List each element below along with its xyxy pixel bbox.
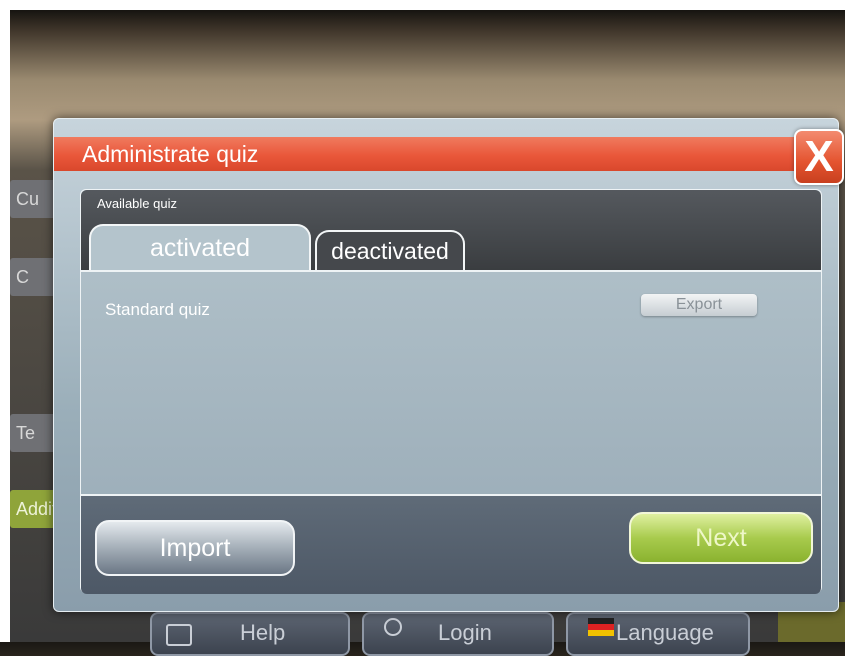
tab-deactivated[interactable]: deactivated bbox=[315, 230, 465, 270]
help-button[interactable]: Help bbox=[150, 612, 350, 656]
available-quiz-panel: Available quiz activated deactivated Sta… bbox=[80, 189, 822, 594]
quiz-name: Standard quiz bbox=[105, 300, 210, 319]
flag-icon bbox=[588, 618, 614, 636]
panel-footer: Import Next bbox=[81, 494, 821, 594]
monitor-bezel-left bbox=[0, 0, 10, 642]
section-label: Available quiz bbox=[97, 196, 177, 211]
quiz-list: Standard quiz Export bbox=[81, 270, 821, 494]
language-label: Language bbox=[616, 620, 714, 645]
user-icon bbox=[384, 618, 402, 636]
close-button[interactable]: X bbox=[794, 129, 844, 185]
export-button[interactable]: Export bbox=[641, 294, 757, 316]
tab-activated[interactable]: activated bbox=[89, 224, 311, 272]
login-button[interactable]: Login bbox=[362, 612, 554, 656]
monitor-bezel-top bbox=[0, 0, 845, 10]
language-button[interactable]: Language bbox=[566, 612, 750, 656]
panel-header: Available quiz activated deactivated bbox=[81, 190, 821, 272]
administrate-quiz-dialog: Administrate quiz X Available quiz activ… bbox=[53, 118, 844, 612]
login-label: Login bbox=[438, 620, 492, 645]
import-button[interactable]: Import bbox=[95, 520, 295, 576]
help-label: Help bbox=[240, 620, 286, 645]
dialog-titlebar: Administrate quiz bbox=[54, 137, 806, 171]
dialog-title: Administrate quiz bbox=[82, 141, 259, 167]
help-icon bbox=[166, 624, 192, 646]
next-button[interactable]: Next bbox=[629, 512, 813, 564]
